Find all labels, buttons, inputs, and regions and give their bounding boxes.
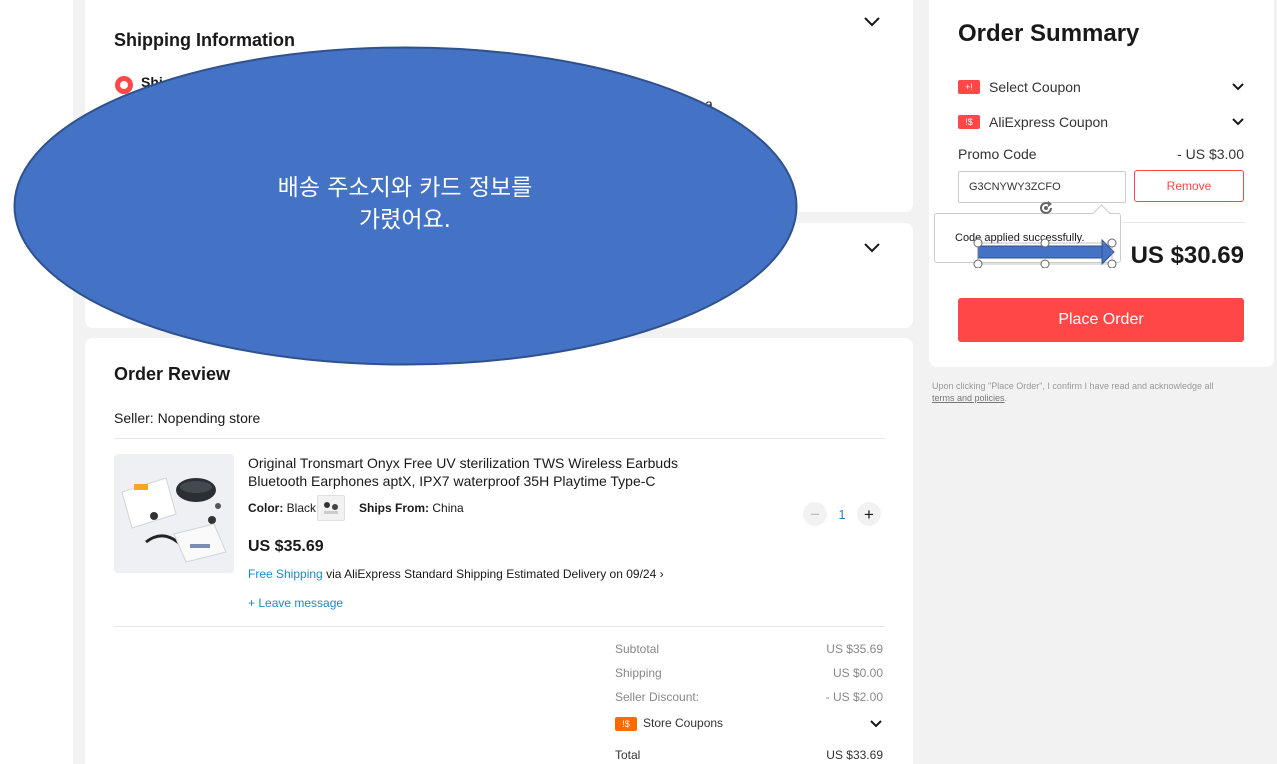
leave-message-link[interactable]: + Leave message [248, 596, 343, 610]
select-coupon-row[interactable]: +! Select Coupon [958, 79, 1245, 95]
free-shipping-link[interactable]: Free Shipping [248, 567, 323, 581]
subtotal-row: Subtotal US $35.69 [615, 642, 883, 656]
chevron-down-icon[interactable] [1231, 117, 1245, 127]
plus-icon: + [248, 596, 256, 610]
aliexpress-coupon-icon: !$ [958, 115, 980, 129]
chevron-down-icon[interactable] [863, 16, 881, 28]
subtotal-value: US $35.69 [826, 642, 883, 656]
chevron-down-icon[interactable] [869, 719, 883, 729]
aliexpress-coupon-row[interactable]: !$ AliExpress Coupon [958, 114, 1245, 130]
store-coupons-row[interactable]: !$ Store Coupons [615, 716, 883, 731]
coupon-ticket-icon: +! [958, 80, 980, 94]
place-order-button[interactable]: Place Order [958, 298, 1244, 342]
caption-line-2: 가렸어요. [359, 207, 451, 233]
earbuds-image-icon [114, 454, 234, 573]
chevron-right-icon[interactable]: › [660, 567, 664, 581]
store-coupons-label: Store Coupons [643, 716, 724, 730]
estimated-delivery[interactable]: Estimated Delivery on 09/24 [506, 567, 656, 581]
summary-total: US $30.69 [1130, 242, 1244, 269]
annotation-arrow[interactable] [972, 236, 1120, 268]
order-review-title: Order Review [114, 364, 231, 384]
divider [114, 626, 885, 627]
coupon-badge-icon: !$ [615, 716, 637, 731]
ships-label: Ships From: [359, 501, 430, 515]
shipping-method: Free Shipping via AliExpress Standard Sh… [248, 567, 664, 581]
chevron-down-icon[interactable] [1231, 82, 1245, 92]
order-summary-title: Order Summary [958, 20, 1140, 47]
select-coupon-label: Select Coupon [989, 79, 1081, 95]
color-label: Color: [248, 501, 284, 515]
quantity-stepper: − 1 + [803, 502, 881, 526]
seller-name[interactable]: Seller: Nopending store [114, 410, 260, 426]
product-price: US $35.69 [248, 538, 324, 555]
total-row: Total US $33.69 [615, 748, 883, 762]
subtotal-label: Subtotal [615, 642, 660, 656]
swatch-image-icon [324, 502, 338, 514]
terms-notice: Upon clicking "Place Order", I confirm I… [932, 381, 1214, 403]
shipping-value: US $0.00 [832, 666, 883, 680]
terms-link[interactable]: terms and policies [932, 393, 1005, 403]
order-summary-card: Order Summary +! Select Coupon !$ AliExp… [929, 0, 1274, 367]
shipping-row: Shipping US $0.00 [615, 666, 883, 680]
total-value: US $33.69 [826, 748, 883, 762]
total-label: Total [615, 748, 641, 762]
quantity-value: 1 [838, 506, 846, 522]
remove-promo-button[interactable]: Remove [1134, 170, 1244, 202]
color-value: Black [286, 501, 317, 515]
product-image[interactable] [114, 454, 234, 573]
seller-discount-row: Seller Discount: - US $2.00 [615, 690, 883, 704]
shipping-via: via AliExpress Standard Shipping [326, 567, 503, 581]
color-swatch [317, 495, 345, 521]
shipping-label: Shipping [615, 666, 662, 680]
aliexpress-coupon-label: AliExpress Coupon [989, 114, 1109, 130]
divider [114, 438, 885, 439]
caption-line-1: 배송 주소지와 카드 정보를 [277, 175, 533, 201]
ships-from: Ships From: China [359, 501, 464, 515]
seller-discount-label: Seller Discount: [615, 690, 700, 704]
product-color: Color: Black [248, 501, 316, 515]
redaction-caption: 배송 주소지와 카드 정보를 가렸어요. [205, 172, 605, 236]
terms-text: Upon clicking "Place Order", I confirm I… [932, 381, 1214, 391]
ships-value: China [432, 501, 464, 515]
leave-message-label: Leave message [258, 596, 344, 610]
seller-discount-value: - US $2.00 [825, 690, 883, 704]
promo-discount: - US $3.00 [1177, 146, 1244, 162]
rotate-handle-icon[interactable] [1036, 198, 1056, 218]
increase-quantity-button[interactable]: + [857, 502, 881, 526]
product-title[interactable]: Original Tronsmart Onyx Free UV steriliz… [248, 454, 718, 490]
promo-code-label: Promo Code [958, 146, 1037, 162]
chevron-down-icon[interactable] [863, 242, 881, 254]
order-review-card: Order Review Seller: Nopending store Ori… [85, 338, 913, 764]
decrease-quantity-button[interactable]: − [803, 502, 827, 526]
